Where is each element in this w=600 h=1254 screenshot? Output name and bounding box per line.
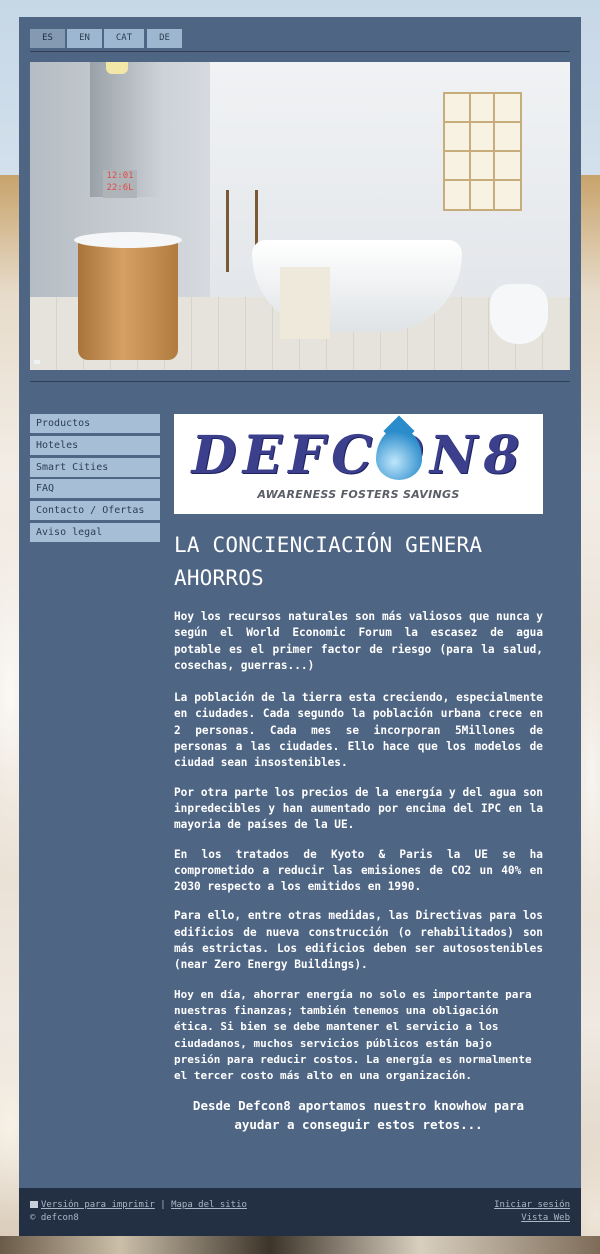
lang-tab-en[interactable]: EN xyxy=(67,29,102,48)
nav-item-faq[interactable]: FAQ xyxy=(30,479,160,499)
page-panel: ES EN CAT DE 12:01 22:6L Productos Hotel… xyxy=(19,17,581,1236)
footer-separator: | xyxy=(160,1200,166,1210)
paragraph: Hoy en día, ahorrar energía no solo es i… xyxy=(174,987,532,1083)
page-title: LA CONCIENCIACIÓN GENERA AHORROS xyxy=(174,533,483,590)
nav-item-smart-cities[interactable]: Smart Cities xyxy=(30,457,160,477)
logo-wordmark: DEFCON8 xyxy=(191,425,526,486)
paragraph: Por otra parte los precios de la energía… xyxy=(174,785,543,832)
header-divider xyxy=(30,51,570,52)
print-version-link[interactable]: Versión para imprimir xyxy=(41,1200,155,1210)
printer-icon xyxy=(30,1201,38,1208)
defcon8-logo: DEFCON8 AWARENESS FOSTERS SAVINGS xyxy=(174,414,543,514)
footer-left: Versión para imprimir | Mapa del sitio ©… xyxy=(30,1199,247,1225)
nav-item-hoteles[interactable]: Hoteles xyxy=(30,435,160,455)
sink xyxy=(74,232,182,248)
lang-tab-cat[interactable]: CAT xyxy=(104,29,144,48)
footer: Versión para imprimir | Mapa del sitio ©… xyxy=(19,1188,581,1236)
copyright: © defcon8 xyxy=(30,1213,79,1223)
bidet xyxy=(490,284,548,344)
background-strip xyxy=(0,1236,600,1254)
paragraph: Para ello, entre otras medidas, las Dire… xyxy=(174,909,543,972)
paragraph: Hoy los recursos naturales son más valio… xyxy=(174,610,543,672)
vanity-cabinet xyxy=(78,240,178,360)
footer-right: Iniciar sesión Vista Web xyxy=(494,1199,570,1225)
login-link[interactable]: Iniciar sesión xyxy=(494,1200,570,1210)
sitemap-link[interactable]: Mapa del sitio xyxy=(171,1200,247,1210)
logo-tagline: AWARENESS FOSTERS SAVINGS xyxy=(257,488,460,501)
closing-statement: Desde Defcon8 aportamos nuestro knowhow … xyxy=(192,1098,525,1133)
main-content: LA CONCIENCIACIÓN GENERA AHORROS Hoy los… xyxy=(174,529,543,1134)
nav-item-contacto[interactable]: Contacto / Ofertas xyxy=(30,501,160,521)
led-display: 12:01 22:6L xyxy=(103,170,137,198)
sidebar-nav: Productos Hoteles Smart Cities FAQ Conta… xyxy=(30,414,160,545)
paragraph: En los tratados de Kyoto & Paris la UE s… xyxy=(174,847,543,894)
hero-bathroom-image: 12:01 22:6L xyxy=(30,62,570,370)
image-marker xyxy=(34,360,40,364)
lamp xyxy=(106,62,128,74)
lang-tab-de[interactable]: DE xyxy=(147,29,182,48)
paragraph: La población de la tierra esta creciendo… xyxy=(174,691,543,770)
web-view-link[interactable]: Vista Web xyxy=(521,1213,570,1223)
nav-item-productos[interactable]: Productos xyxy=(30,414,160,433)
towel xyxy=(280,267,330,339)
lang-tab-es[interactable]: ES xyxy=(30,29,65,48)
hero-divider xyxy=(30,381,570,382)
nav-item-aviso-legal[interactable]: Aviso legal xyxy=(30,522,160,542)
window xyxy=(443,92,522,211)
